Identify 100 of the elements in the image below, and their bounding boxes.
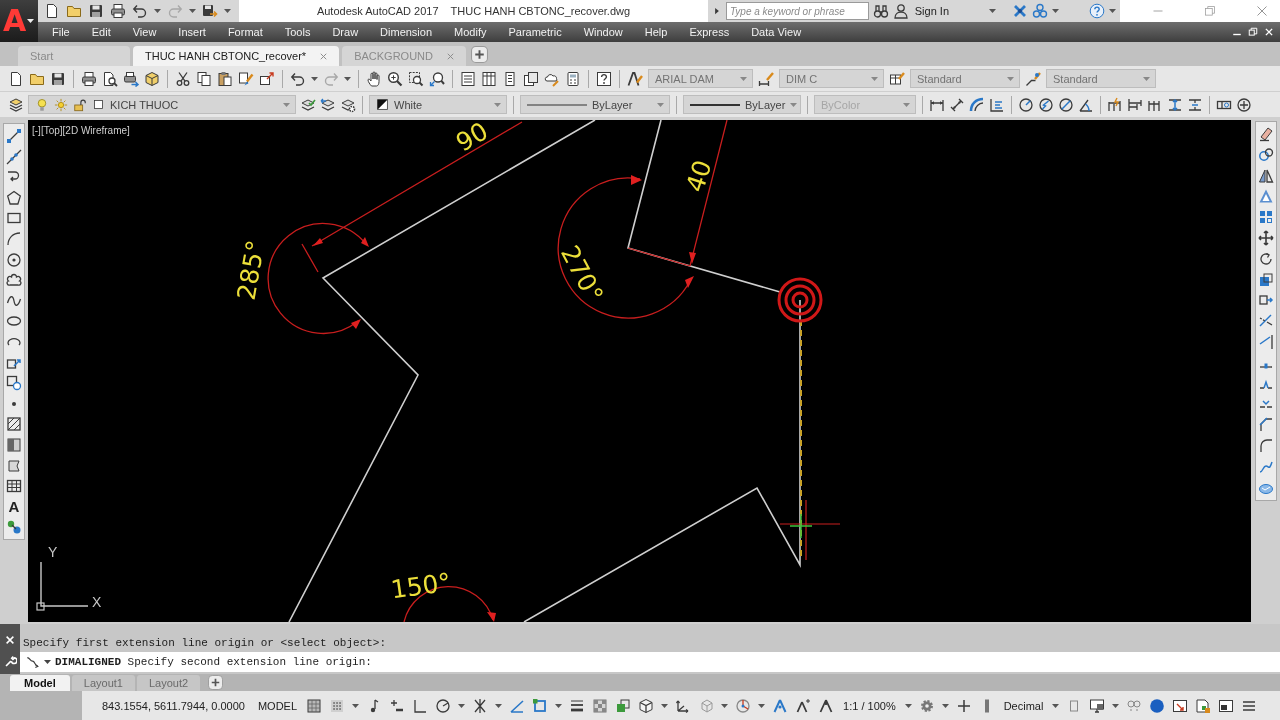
tracking-angle-icon[interactable]	[509, 697, 526, 714]
menu-item[interactable]: Tools	[273, 26, 322, 38]
property-dropdown[interactable]: White	[369, 95, 507, 114]
printer-icon[interactable]	[110, 3, 126, 19]
hand-icon[interactable]	[366, 70, 382, 87]
brush-leader-icon[interactable]	[1025, 70, 1041, 87]
magnifier-plus-icon[interactable]	[387, 70, 403, 87]
ortho-angle-icon[interactable]	[412, 697, 429, 714]
extend-lines-icon[interactable]	[1257, 333, 1274, 350]
stacked-sheets-icon[interactable]	[523, 70, 539, 87]
add-selected-icon[interactable]	[6, 519, 22, 536]
menu-item[interactable]: Modify	[443, 26, 498, 38]
dim-arc-length-icon[interactable]	[969, 96, 985, 113]
menu-item[interactable]: Edit	[80, 26, 122, 38]
copy-circles-icon[interactable]	[1257, 146, 1274, 163]
center-mark-icon[interactable]	[1236, 96, 1252, 113]
units-button[interactable]: Decimal	[1001, 699, 1046, 712]
caret-icon[interactable]	[1052, 9, 1059, 13]
caret-icon[interactable]	[154, 9, 161, 13]
caret-icon[interactable]	[352, 703, 360, 708]
copy-pages-icon[interactable]	[196, 70, 212, 87]
disk-arrow-icon[interactable]	[202, 3, 218, 19]
arc-icon[interactable]	[6, 230, 22, 247]
undo-arrow-icon[interactable]	[132, 3, 148, 19]
menu-item[interactable]: Window	[572, 26, 634, 38]
viewport-label[interactable]: [-][Top][2D Wireframe]	[32, 125, 130, 136]
menu-item[interactable]: Parametric	[497, 26, 573, 38]
cube-icon[interactable]	[144, 70, 160, 87]
caret-icon[interactable]	[44, 660, 51, 664]
caret-icon[interactable]	[189, 9, 196, 13]
dim-break-icon[interactable]	[1187, 96, 1203, 113]
help-circle-icon[interactable]	[1089, 3, 1105, 19]
table-grid-icon[interactable]	[6, 478, 22, 495]
caret-icon[interactable]	[941, 703, 949, 708]
caret-icon[interactable]	[344, 76, 351, 81]
model-space-button[interactable]: MODEL	[255, 699, 300, 712]
menu-item[interactable]: Help	[633, 26, 679, 38]
brush-table-icon[interactable]	[889, 70, 905, 87]
annotation-scale-button[interactable]: 1:1 / 100%	[841, 699, 898, 712]
caret-icon[interactable]	[721, 703, 729, 708]
line-segment-icon[interactable]	[6, 128, 22, 144]
dim-baseline-icon[interactable]	[1127, 96, 1143, 113]
undo-arrow-icon[interactable]	[290, 70, 306, 87]
brush-dimension-icon[interactable]	[758, 70, 774, 87]
construction-line-icon[interactable]	[6, 148, 22, 165]
caret-icon[interactable]	[1112, 703, 1120, 708]
region-icon[interactable]	[6, 457, 22, 474]
file-tab[interactable]: THUC HANH CBTONC_recover*	[133, 46, 340, 66]
scale-squares-icon[interactable]	[1257, 271, 1274, 288]
menu-item[interactable]: Draw	[321, 26, 370, 38]
layer-dropdown[interactable]: KICH THUOC	[28, 95, 296, 114]
layers-stack-icon[interactable]	[8, 96, 24, 113]
dim-ordinate-icon[interactable]	[989, 96, 1005, 113]
panel-close-icon[interactable]	[4, 634, 16, 647]
checker-square-icon[interactable]	[592, 697, 609, 714]
dim-aligned-icon[interactable]	[949, 96, 965, 113]
grid-hash-icon[interactable]	[306, 697, 323, 714]
menu-item[interactable]: Data View	[740, 26, 813, 38]
menu-item[interactable]: View	[121, 26, 168, 38]
plus-underline-icon[interactable]	[389, 697, 406, 714]
dim-jogged-icon[interactable]	[1038, 96, 1054, 113]
snap-square-icon[interactable]	[532, 697, 549, 714]
caret-icon[interactable]	[458, 703, 466, 708]
doc-restore-icon[interactable]	[1248, 27, 1258, 37]
layers-arrow-icon[interactable]	[320, 96, 336, 113]
window-split-icon[interactable]	[1218, 697, 1235, 714]
caret-icon[interactable]	[224, 9, 231, 13]
polar-circle-icon[interactable]	[435, 697, 452, 714]
gizmo-circle-icon[interactable]	[735, 697, 752, 714]
dotted-square-icon[interactable]	[329, 697, 346, 714]
text-tool-button[interactable]: A	[8, 498, 20, 515]
circle-center-icon[interactable]	[6, 251, 22, 268]
caret-icon[interactable]	[904, 703, 912, 708]
clipboard-icon[interactable]	[217, 70, 233, 87]
printer-arrow-icon[interactable]	[123, 70, 139, 87]
plus-cross-icon[interactable]	[955, 697, 972, 714]
brush-triangle-icon[interactable]	[627, 70, 643, 87]
dim-space-icon[interactable]	[1167, 96, 1183, 113]
rotate-circle-icon[interactable]	[1257, 250, 1274, 267]
move-arrows-icon[interactable]	[1257, 230, 1274, 246]
x-cross-icon[interactable]	[1012, 3, 1028, 19]
palette-panel-icon[interactable]	[502, 70, 518, 87]
doc-close-icon[interactable]	[1264, 27, 1274, 37]
open-folder-icon[interactable]	[66, 3, 82, 19]
fillet-corner-icon[interactable]	[1257, 437, 1274, 454]
app-menu-button[interactable]: A	[0, 0, 38, 42]
printer-icon[interactable]	[81, 70, 97, 87]
square-circle-icon[interactable]	[6, 375, 22, 392]
property-dropdown[interactable]: ByLayer	[520, 95, 670, 114]
plus-icon[interactable]	[208, 675, 224, 690]
plus-icon[interactable]	[471, 45, 488, 63]
mirror-triangles-icon[interactable]	[1257, 167, 1274, 184]
caret-icon[interactable]	[989, 9, 996, 13]
caret-icon[interactable]	[495, 703, 503, 708]
cube-outline-icon[interactable]	[638, 697, 655, 714]
user-silhouette-icon[interactable]	[892, 3, 909, 19]
new-file-icon[interactable]	[8, 70, 24, 87]
caret-icon[interactable]	[661, 703, 669, 708]
two-circles-icon[interactable]	[1126, 697, 1143, 714]
block-arrow-icon[interactable]	[259, 70, 275, 87]
